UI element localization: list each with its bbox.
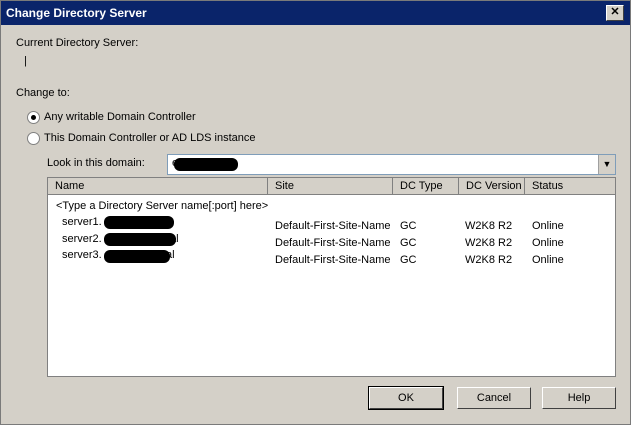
new-server-entry[interactable]: <Type a Directory Server name[:port] her…	[56, 200, 268, 212]
row-status: Online	[532, 237, 564, 249]
chevron-down-icon[interactable]: ▼	[598, 155, 615, 174]
close-button[interactable]: ✕	[606, 5, 624, 21]
row-dc-type: GC	[400, 220, 417, 232]
row-name: server3.	[62, 249, 102, 261]
radio-any-writable-dc-label[interactable]: Any writable Domain Controller	[44, 111, 196, 123]
help-button[interactable]: Help	[542, 387, 616, 409]
ok-button[interactable]: OK	[368, 386, 444, 410]
row-status: Online	[532, 254, 564, 266]
current-server-value: |	[24, 55, 27, 67]
row-dc-type: GC	[400, 237, 417, 249]
row-name: server2.	[62, 233, 102, 245]
column-header-name[interactable]: Name	[48, 178, 268, 195]
redaction-mark	[174, 158, 238, 171]
column-header-dc-type[interactable]: DC Type	[393, 178, 459, 195]
row-dc-type: GC	[400, 254, 417, 266]
column-header-dc-version[interactable]: DC Version	[459, 178, 525, 195]
title-bar[interactable]: Change Directory Server ✕	[1, 1, 630, 25]
redaction-mark	[104, 250, 170, 263]
row-site: Default-First-Site-Name	[275, 237, 391, 249]
radio-this-dc-or-adlds[interactable]	[27, 132, 40, 145]
row-site: Default-First-Site-Name	[275, 254, 391, 266]
redaction-mark	[104, 233, 176, 246]
radio-this-dc-or-adlds-label[interactable]: This Domain Controller or AD LDS instanc…	[44, 132, 256, 144]
domain-combobox[interactable]: e al ▼	[167, 154, 616, 175]
server-list[interactable]: Name Site DC Type DC Version Status <Typ…	[47, 177, 616, 377]
row-site: Default-First-Site-Name	[275, 220, 391, 232]
change-to-label: Change to:	[16, 87, 70, 99]
redaction-mark	[104, 216, 174, 229]
row-name: server1.	[62, 216, 102, 228]
column-header-site[interactable]: Site	[268, 178, 393, 195]
radio-any-writable-dc[interactable]	[27, 111, 40, 124]
change-directory-server-dialog: Change Directory Server ✕ Current Direct…	[0, 0, 631, 425]
domain-label: Look in this domain:	[47, 157, 145, 169]
row-dc-version: W2K8 R2	[465, 237, 513, 249]
row-dc-version: W2K8 R2	[465, 254, 513, 266]
cancel-button[interactable]: Cancel	[457, 387, 531, 409]
column-header-status[interactable]: Status	[525, 178, 615, 195]
row-status: Online	[532, 220, 564, 232]
dialog-title: Change Directory Server	[6, 6, 147, 20]
row-dc-version: W2K8 R2	[465, 220, 513, 232]
current-server-label: Current Directory Server:	[16, 37, 139, 49]
